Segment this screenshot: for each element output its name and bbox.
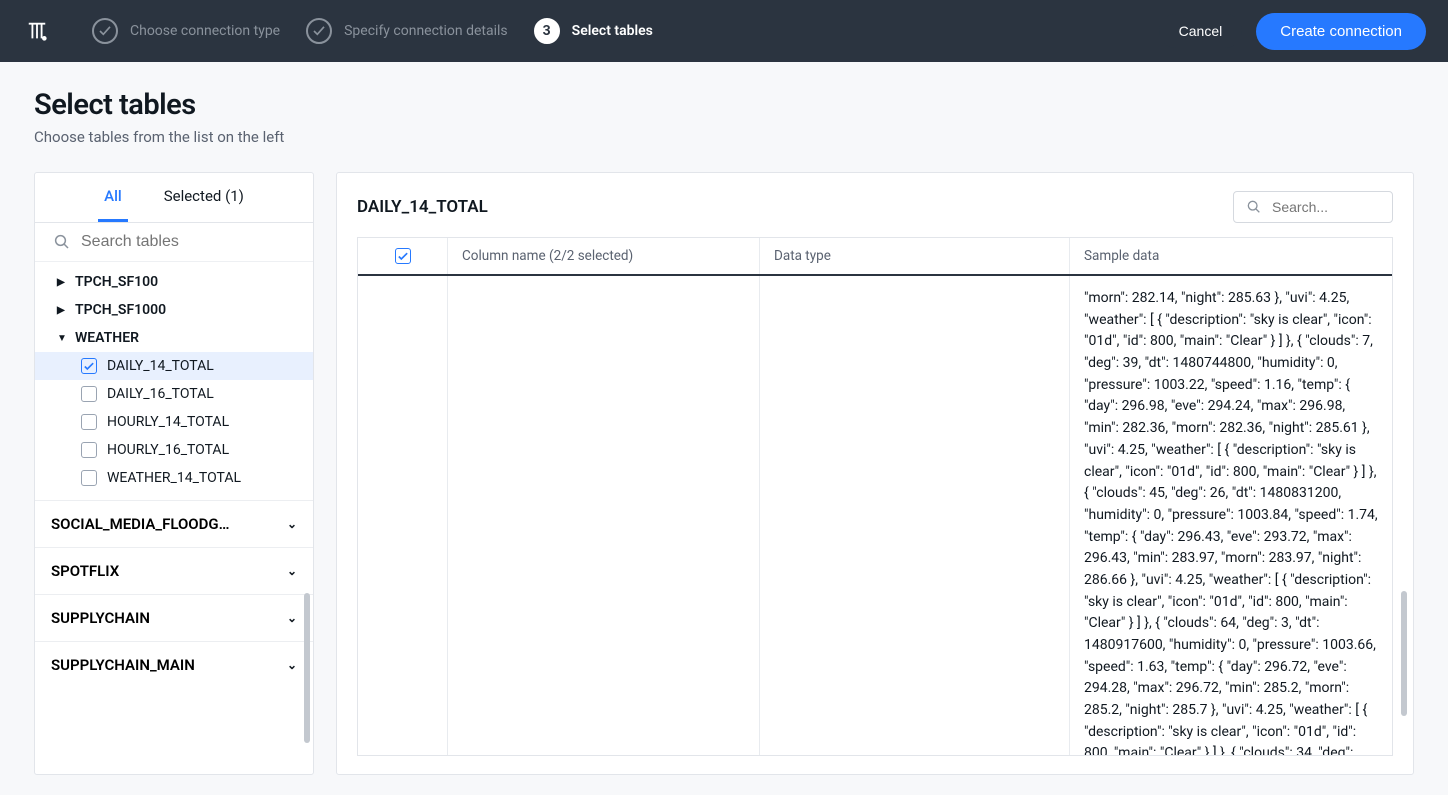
chevron-down-icon: ⌄	[287, 564, 297, 578]
columns-panel: DAILY_14_TOTAL Column name (2/2 selected…	[336, 172, 1414, 775]
checkbox[interactable]	[81, 470, 97, 486]
database-section[interactable]: SUPPLYCHAIN ⌄	[35, 594, 313, 641]
create-connection-button[interactable]: Create connection	[1256, 13, 1426, 50]
schema-label: WEATHER	[75, 330, 139, 346]
search-tables-field[interactable]	[35, 223, 313, 262]
table-label: WEATHER_14_TOTAL	[107, 470, 241, 486]
columns-table-header: Column name (2/2 selected) Data type Sam…	[358, 238, 1392, 276]
tab-selected[interactable]: Selected (1)	[158, 173, 250, 222]
caret-right-icon: ▶	[57, 305, 67, 316]
columns-header: DAILY_14_TOTAL	[357, 191, 1393, 223]
step-3[interactable]: 3 Select tables	[534, 18, 653, 44]
schema-label: TPCH_SF100	[75, 274, 158, 290]
tab-all[interactable]: All	[98, 173, 128, 222]
schema-node[interactable]: ▼ WEATHER	[35, 324, 313, 352]
table-item[interactable]: HOURLY_16_TOTAL	[35, 436, 313, 464]
step-number-icon: 3	[534, 18, 560, 44]
checkbox[interactable]	[81, 414, 97, 430]
table-label: HOURLY_16_TOTAL	[107, 442, 229, 458]
table-item-daily-14-total[interactable]: DAILY_14_TOTAL	[35, 352, 313, 380]
data-type-cell	[760, 276, 1070, 755]
schema-tree[interactable]: ▶ TPCH_SF100 ▶ TPCH_SF1000 ▼ WEATHER DAI…	[35, 262, 313, 774]
search-icon	[1246, 199, 1262, 215]
search-icon	[53, 233, 71, 251]
caret-right-icon: ▶	[57, 277, 67, 288]
database-label: SPOTFLIX	[51, 562, 119, 580]
schema-label: TPCH_SF1000	[75, 302, 166, 318]
table-tabs: All Selected (1)	[35, 173, 313, 223]
columns-table-body[interactable]: "morn": 282.14, "night": 285.63 }, "uvi"…	[358, 276, 1392, 755]
database-section[interactable]: SOCIAL_MEDIA_FLOODG… ⌄	[35, 500, 313, 547]
step-label: Select tables	[572, 23, 653, 39]
sample-data-cell: "morn": 282.14, "night": 285.63 }, "uvi"…	[1070, 276, 1392, 755]
database-label: SUPPLYCHAIN	[51, 609, 150, 627]
table-label: DAILY_16_TOTAL	[107, 386, 214, 402]
row-checkbox-cell[interactable]	[358, 276, 448, 755]
columns-table: Column name (2/2 selected) Data type Sam…	[357, 237, 1393, 756]
header-checkbox-cell[interactable]	[358, 238, 448, 274]
header-column-name[interactable]: Column name (2/2 selected)	[448, 238, 760, 274]
scrollbar-thumb[interactable]	[304, 593, 310, 743]
chevron-down-icon: ⌄	[287, 611, 297, 625]
column-name-cell	[448, 276, 760, 755]
table-item[interactable]: DAILY_16_TOTAL	[35, 380, 313, 408]
schema-node[interactable]: ▶ TPCH_SF100	[35, 268, 313, 296]
table-label: HOURLY_14_TOTAL	[107, 414, 229, 430]
checkbox[interactable]	[81, 442, 97, 458]
database-section[interactable]: SPOTFLIX ⌄	[35, 547, 313, 594]
check-circle-icon	[92, 18, 118, 44]
header-actions: Cancel Create connection	[1159, 13, 1426, 50]
page-content: Select tables Choose tables from the lis…	[0, 62, 1448, 795]
column-row[interactable]: "morn": 282.14, "night": 285.63 }, "uvi"…	[358, 276, 1392, 755]
header-data-type[interactable]: Data type	[760, 238, 1070, 274]
database-label: SOCIAL_MEDIA_FLOODG…	[51, 515, 230, 533]
wizard-steps: Choose connection type Specify connectio…	[92, 18, 1159, 44]
database-section[interactable]: SUPPLYCHAIN_MAIN ⌄	[35, 641, 313, 688]
table-item[interactable]: WEATHER_14_TOTAL	[35, 464, 313, 492]
search-tables-input[interactable]	[81, 233, 297, 251]
page-subtitle: Choose tables from the list on the left	[34, 128, 1414, 146]
step-1[interactable]: Choose connection type	[92, 18, 280, 44]
caret-down-icon: ▼	[57, 333, 67, 344]
database-label: SUPPLYCHAIN_MAIN	[51, 656, 195, 674]
split-panes: All Selected (1) ▶ TPCH_SF100 ▶ TPCH_SF1…	[34, 172, 1414, 775]
selected-table-name: DAILY_14_TOTAL	[357, 197, 488, 217]
search-columns-input[interactable]	[1272, 199, 1414, 215]
page-title: Select tables	[34, 88, 1414, 122]
step-label: Specify connection details	[344, 23, 508, 39]
chevron-down-icon: ⌄	[287, 658, 297, 672]
tables-panel: All Selected (1) ▶ TPCH_SF100 ▶ TPCH_SF1…	[34, 172, 314, 775]
schema-node[interactable]: ▶ TPCH_SF1000	[35, 296, 313, 324]
search-columns-field[interactable]	[1233, 191, 1393, 223]
select-all-checkbox[interactable]	[395, 248, 411, 264]
chevron-down-icon: ⌄	[287, 517, 297, 531]
check-circle-icon	[306, 18, 332, 44]
table-label: DAILY_14_TOTAL	[107, 358, 214, 374]
cancel-button[interactable]: Cancel	[1159, 14, 1243, 48]
header-sample-data[interactable]: Sample data	[1070, 238, 1392, 274]
checkbox[interactable]	[81, 358, 97, 374]
step-2[interactable]: Specify connection details	[306, 18, 508, 44]
app-logo	[22, 16, 52, 46]
scrollbar-thumb[interactable]	[1401, 591, 1407, 716]
step-label: Choose connection type	[130, 23, 280, 39]
checkbox[interactable]	[81, 386, 97, 402]
wizard-header: Choose connection type Specify connectio…	[0, 0, 1448, 62]
table-item[interactable]: HOURLY_14_TOTAL	[35, 408, 313, 436]
